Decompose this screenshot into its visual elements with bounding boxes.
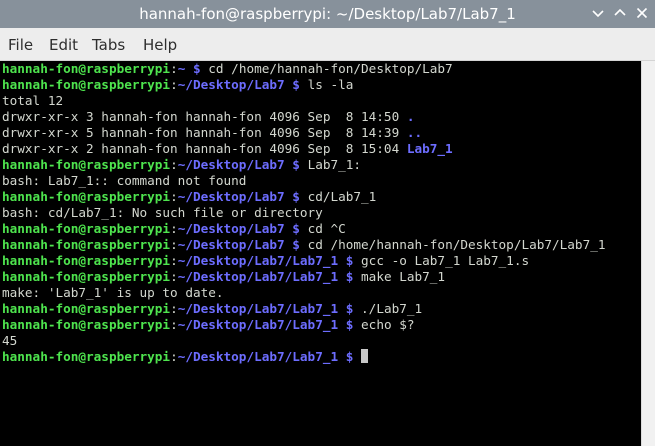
prompt-user-host: hannah-fon@raspberrypi	[2, 237, 171, 252]
title-bar[interactable]: hannah-fon@raspberrypi: ~/Desktop/Lab7/L…	[0, 0, 655, 28]
prompt-symbol: $	[338, 349, 362, 364]
prompt-command: cd ^C	[307, 221, 346, 236]
ls-entry-details: drwxr-xr-x 2 hannah-fon hannah-fon 4096 …	[2, 141, 407, 156]
terminal-line: hannah-fon@raspberrypi:~/Desktop/Lab7/La…	[2, 301, 643, 317]
prompt-symbol: $	[284, 77, 308, 92]
prompt-separator: :	[170, 77, 178, 92]
output-text: make: 'Lab7_1' is up to date.	[2, 285, 224, 300]
prompt-user-host: hannah-fon@raspberrypi	[2, 253, 171, 268]
text-cursor	[361, 349, 369, 363]
prompt-command: cd/Lab7_1	[307, 189, 377, 204]
terminal-line: hannah-fon@raspberrypi:~/Desktop/Lab7 $ …	[2, 157, 643, 173]
prompt-user-host: hannah-fon@raspberrypi	[2, 269, 171, 284]
prompt-path: ~/Desktop/Lab7	[177, 237, 285, 252]
prompt-path: ~/Desktop/Lab7	[177, 157, 285, 172]
output-text: bash: Lab7_1:: command not found	[2, 173, 247, 188]
prompt-path: ~/Desktop/Lab7/Lab7_1	[177, 253, 339, 268]
prompt-command: gcc -o Lab7_1 Lab7_1.s	[361, 253, 530, 268]
prompt-path: ~/Desktop/Lab7	[177, 77, 285, 92]
terminal-line: hannah-fon@raspberrypi:~/Desktop/Lab7/La…	[2, 317, 643, 333]
prompt-separator: :	[170, 253, 178, 268]
prompt-separator: :	[170, 157, 178, 172]
terminal-line: 45	[2, 333, 643, 349]
terminal-line: hannah-fon@raspberrypi:~/Desktop/Lab7/La…	[2, 349, 643, 365]
prompt-user-host: hannah-fon@raspberrypi	[2, 317, 171, 332]
prompt-separator: :	[170, 189, 178, 204]
prompt-command: ls -la	[307, 77, 354, 92]
prompt-symbol: $	[338, 253, 362, 268]
terminal-line: hannah-fon@raspberrypi:~/Desktop/Lab7 $ …	[2, 77, 643, 93]
prompt-separator: :	[170, 221, 178, 236]
terminal-scrollbar[interactable]	[641, 61, 655, 446]
terminal-line: bash: Lab7_1:: command not found	[2, 173, 643, 189]
menu-tabs[interactable]: Tabs	[92, 36, 125, 54]
prompt-symbol: $	[284, 221, 308, 236]
menu-edit[interactable]: Edit	[49, 36, 78, 54]
maximize-icon[interactable]	[612, 5, 628, 21]
terminal-line: bash: cd/Lab7_1: No such file or directo…	[2, 205, 643, 221]
prompt-user-host: hannah-fon@raspberrypi	[2, 221, 171, 236]
prompt-symbol: $	[284, 157, 308, 172]
terminal-line: hannah-fon@raspberrypi:~/Desktop/Lab7 $ …	[2, 237, 643, 253]
terminal-line: hannah-fon@raspberrypi:~/Desktop/Lab7/La…	[2, 269, 643, 285]
terminal-line: hannah-fon@raspberrypi:~ $ cd /home/hann…	[2, 61, 643, 77]
prompt-separator: :	[170, 61, 178, 76]
prompt-command: cd /home/hannah-fon/Desktop/Lab7/Lab7_1	[307, 237, 606, 252]
ls-entry-name: ..	[406, 125, 423, 140]
prompt-path: ~/Desktop/Lab7/Lab7_1	[177, 269, 339, 284]
terminal-line: hannah-fon@raspberrypi:~/Desktop/Lab7/La…	[2, 253, 643, 269]
terminal-line: make: 'Lab7_1' is up to date.	[2, 285, 643, 301]
terminal-line: drwxr-xr-x 5 hannah-fon hannah-fon 4096 …	[2, 125, 643, 141]
prompt-separator: :	[170, 317, 178, 332]
ls-entry-name: .	[406, 109, 415, 124]
prompt-symbol: $	[284, 189, 308, 204]
terminal-output[interactable]: hannah-fon@raspberrypi:~ $ cd /home/hann…	[0, 61, 643, 446]
prompt-command: ./Lab7_1	[361, 301, 423, 316]
prompt-user-host: hannah-fon@raspberrypi	[2, 157, 171, 172]
prompt-path: ~/Desktop/Lab7	[177, 189, 285, 204]
ls-entry-details: drwxr-xr-x 3 hannah-fon hannah-fon 4096 …	[2, 109, 407, 124]
prompt-command: cd /home/hannah-fon/Desktop/Lab7	[208, 61, 453, 76]
prompt-path: ~/Desktop/Lab7/Lab7_1	[177, 317, 339, 332]
terminal-line: hannah-fon@raspberrypi:~/Desktop/Lab7 $ …	[2, 221, 643, 237]
prompt-user-host: hannah-fon@raspberrypi	[2, 77, 171, 92]
prompt-symbol: $	[338, 317, 362, 332]
ls-entry-name: Lab7_1	[406, 141, 453, 156]
prompt-command: echo $?	[361, 317, 415, 332]
menu-file[interactable]: File	[8, 36, 33, 54]
prompt-user-host: hannah-fon@raspberrypi	[2, 301, 171, 316]
prompt-separator: :	[170, 301, 178, 316]
menu-bar: File Edit Tabs Help	[0, 28, 655, 61]
prompt-user-host: hannah-fon@raspberrypi	[2, 189, 171, 204]
prompt-path: ~/Desktop/Lab7	[177, 221, 285, 236]
prompt-user-host: hannah-fon@raspberrypi	[2, 61, 171, 76]
prompt-symbol: $	[338, 269, 362, 284]
output-text: total 12	[2, 93, 64, 108]
minimize-icon[interactable]	[590, 5, 606, 21]
window-title: hannah-fon@raspberrypi: ~/Desktop/Lab7/L…	[139, 5, 516, 23]
prompt-separator: :	[170, 349, 178, 364]
prompt-command: make Lab7_1	[361, 269, 446, 284]
output-text: 45	[2, 333, 18, 348]
prompt-user-host: hannah-fon@raspberrypi	[2, 349, 171, 364]
prompt-symbol: $	[185, 61, 209, 76]
terminal-window: hannah-fon@raspberrypi: ~/Desktop/Lab7/L…	[0, 0, 655, 446]
prompt-separator: :	[170, 237, 178, 252]
ls-entry-details: drwxr-xr-x 5 hannah-fon hannah-fon 4096 …	[2, 125, 407, 140]
prompt-separator: :	[170, 269, 178, 284]
prompt-path: ~/Desktop/Lab7/Lab7_1	[177, 349, 339, 364]
terminal-line: drwxr-xr-x 2 hannah-fon hannah-fon 4096 …	[2, 141, 643, 157]
terminal-line: total 12	[2, 93, 643, 109]
prompt-symbol: $	[284, 237, 308, 252]
output-text: bash: cd/Lab7_1: No such file or directo…	[2, 205, 323, 220]
terminal-line: hannah-fon@raspberrypi:~/Desktop/Lab7 $ …	[2, 189, 643, 205]
terminal-line: drwxr-xr-x 3 hannah-fon hannah-fon 4096 …	[2, 109, 643, 125]
prompt-command: Lab7_1:	[307, 157, 362, 172]
close-icon[interactable]	[634, 5, 650, 21]
menu-help[interactable]: Help	[143, 36, 177, 54]
prompt-symbol: $	[338, 301, 362, 316]
prompt-path: ~/Desktop/Lab7/Lab7_1	[177, 301, 339, 316]
